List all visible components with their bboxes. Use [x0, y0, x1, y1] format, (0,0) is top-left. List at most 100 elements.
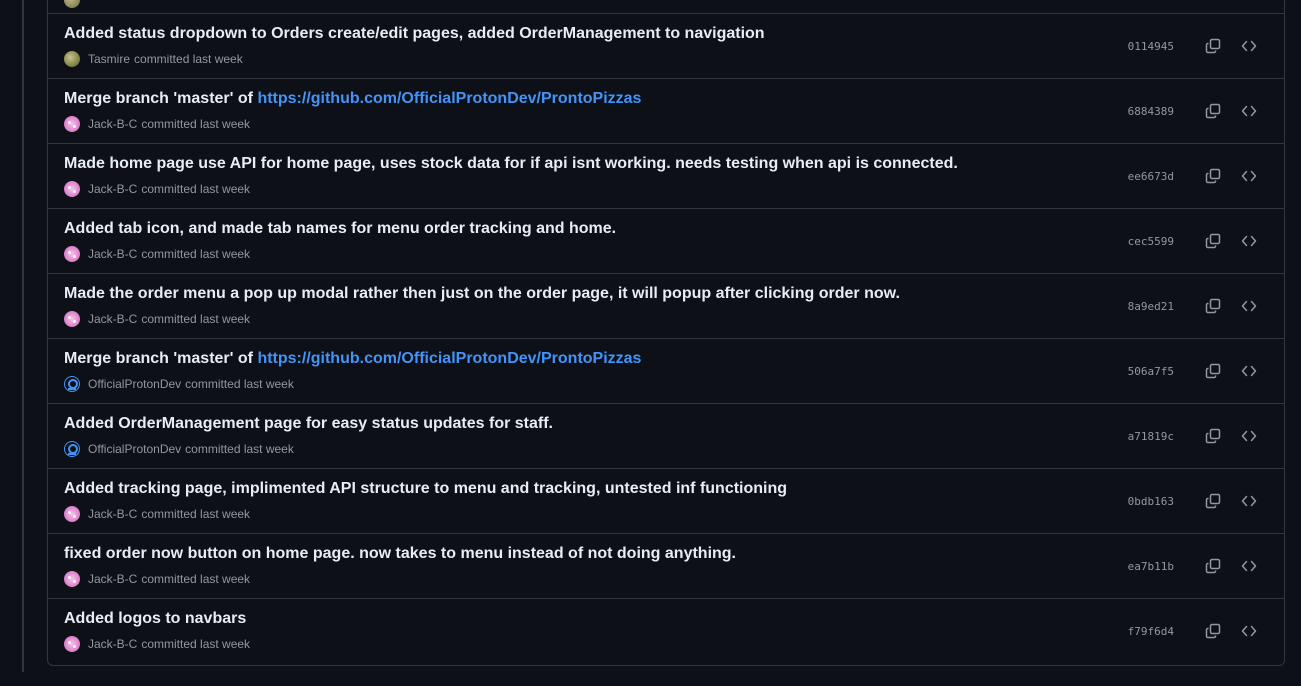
author-avatar[interactable] [64, 636, 80, 652]
commit-sha[interactable]: ee6673d [1128, 170, 1174, 183]
commit-author[interactable]: Tasmire [88, 52, 130, 66]
commit-sha[interactable]: a71819c [1128, 430, 1174, 443]
commit-actions: 0bdb163 [1128, 491, 1260, 511]
copy-sha-button[interactable] [1202, 426, 1224, 446]
commit-title[interactable]: Merge branch 'master' of https://github.… [64, 90, 641, 108]
author-avatar[interactable] [64, 506, 80, 522]
commit-author[interactable]: Jack-B-C [88, 572, 137, 586]
code-icon [1241, 430, 1257, 442]
commit-author[interactable]: OfficialProtonDev [88, 377, 181, 391]
commit-actions: ea7b11b [1128, 556, 1260, 576]
commit-meta: Tasmire committed last week [64, 51, 243, 67]
commit-message[interactable]: Merge branch 'master' of [64, 90, 257, 107]
browse-files-button[interactable] [1238, 101, 1260, 121]
commit-title[interactable]: Added OrderManagement page for easy stat… [64, 415, 553, 433]
commit-message[interactable]: Merge branch 'master' of [64, 350, 257, 367]
commit-meta: Jack-B-C committed last week [64, 636, 250, 652]
copy-icon [1205, 623, 1221, 639]
commit-sha[interactable]: f79f6d4 [1128, 625, 1174, 638]
browse-files-button[interactable] [1238, 296, 1260, 316]
commit-author[interactable]: Jack-B-C [88, 117, 137, 131]
commit-message[interactable]: Added tracking page, implimented API str… [64, 480, 787, 497]
author-avatar[interactable] [64, 311, 80, 327]
commit-author[interactable]: Jack-B-C [88, 637, 137, 651]
copy-sha-button[interactable] [1202, 556, 1224, 576]
copy-icon [1205, 363, 1221, 379]
commit-sha[interactable]: 6884389 [1128, 105, 1174, 118]
commit-message[interactable]: Added logos to navbars [64, 610, 246, 627]
commit-row: Added tab icon, and made tab names for m… [48, 209, 1284, 274]
author-avatar[interactable] [64, 116, 80, 132]
commit-time: committed last week [141, 247, 251, 261]
commit-author[interactable]: Jack-B-C [88, 182, 137, 196]
commit-sha[interactable]: cec5599 [1128, 235, 1174, 248]
commit-sha[interactable]: 0bdb163 [1128, 495, 1174, 508]
code-icon [1241, 235, 1257, 247]
commit-timeline-line [22, 0, 24, 672]
commit-time: committed last week [134, 52, 243, 66]
commit-author[interactable]: OfficialProtonDev [88, 442, 181, 456]
commit-message-link[interactable]: https://github.com/OfficialProtonDev/Pro… [257, 90, 641, 107]
copy-icon [1205, 298, 1221, 314]
commit-message[interactable]: fixed order now button on home page. now… [64, 545, 736, 562]
commit-message[interactable]: Made home page use API for home page, us… [64, 155, 958, 172]
commit-title[interactable]: Added logos to navbars [64, 610, 246, 628]
copy-sha-button[interactable] [1202, 36, 1224, 56]
commit-title[interactable]: Merge branch 'master' of https://github.… [64, 350, 641, 368]
copy-sha-button[interactable] [1202, 621, 1224, 641]
code-icon [1241, 300, 1257, 312]
commit-meta: Jack-B-C committed last week [64, 571, 250, 587]
commit-author[interactable]: Jack-B-C [88, 247, 137, 261]
copy-sha-button[interactable] [1202, 361, 1224, 381]
browse-files-button[interactable] [1238, 36, 1260, 56]
copy-sha-button[interactable] [1202, 491, 1224, 511]
copy-sha-button[interactable] [1202, 166, 1224, 186]
commit-time: committed last week [141, 312, 251, 326]
commit-title[interactable]: Made the order menu a pop up modal rathe… [64, 285, 900, 303]
copy-sha-button[interactable] [1202, 101, 1224, 121]
commit-message[interactable]: Added status dropdown to Orders create/e… [64, 25, 765, 42]
commit-meta: OfficialProtonDev committed last week [64, 441, 294, 457]
copy-sha-button[interactable] [1202, 296, 1224, 316]
commit-sha[interactable]: 8a9ed21 [1128, 300, 1174, 313]
commit-meta: Jack-B-C committed last week [64, 181, 250, 197]
code-icon [1241, 560, 1257, 572]
browse-files-button[interactable] [1238, 556, 1260, 576]
commit-author[interactable]: Jack-B-C [88, 507, 137, 521]
commit-title[interactable]: Made home page use API for home page, us… [64, 155, 958, 173]
browse-files-button[interactable] [1238, 231, 1260, 251]
commit-sha[interactable]: 0114945 [1128, 40, 1174, 53]
commit-row: Made the order menu a pop up modal rathe… [48, 274, 1284, 339]
author-avatar[interactable] [64, 51, 80, 67]
author-avatar[interactable] [64, 246, 80, 262]
browse-files-button[interactable] [1238, 166, 1260, 186]
commit-row: Added tracking page, implimented API str… [48, 469, 1284, 534]
commit-actions: cec5599 [1128, 231, 1260, 251]
commit-author[interactable]: Jack-B-C [88, 312, 137, 326]
browse-files-button[interactable] [1238, 491, 1260, 511]
author-avatar[interactable] [64, 441, 80, 457]
commit-time: committed last week [141, 507, 251, 521]
commit-title[interactable]: Added status dropdown to Orders create/e… [64, 25, 765, 43]
commit-message[interactable]: Added OrderManagement page for easy stat… [64, 415, 553, 432]
commit-meta: Jack-B-C committed last week [64, 506, 250, 522]
commit-title[interactable]: fixed order now button on home page. now… [64, 545, 736, 563]
commit-time: committed last week [141, 117, 251, 131]
copy-sha-button[interactable] [1202, 231, 1224, 251]
author-avatar[interactable] [64, 181, 80, 197]
browse-files-button[interactable] [1238, 426, 1260, 446]
author-avatar[interactable] [64, 376, 80, 392]
author-avatar[interactable] [64, 571, 80, 587]
commit-sha[interactable]: 506a7f5 [1128, 365, 1174, 378]
commit-sha[interactable]: ea7b11b [1128, 560, 1174, 573]
commit-message[interactable]: Added tab icon, and made tab names for m… [64, 220, 616, 237]
browse-files-button[interactable] [1238, 621, 1260, 641]
commit-title[interactable]: Added tracking page, implimented API str… [64, 480, 787, 498]
copy-icon [1205, 103, 1221, 119]
commit-time: committed last week [185, 442, 294, 456]
browse-files-button[interactable] [1238, 361, 1260, 381]
commit-message-link[interactable]: https://github.com/OfficialProtonDev/Pro… [257, 350, 641, 367]
commit-row: Added logos to navbars Jack-B-C committe… [48, 599, 1284, 665]
commit-message[interactable]: Made the order menu a pop up modal rathe… [64, 285, 900, 302]
commit-title[interactable]: Added tab icon, and made tab names for m… [64, 220, 616, 238]
